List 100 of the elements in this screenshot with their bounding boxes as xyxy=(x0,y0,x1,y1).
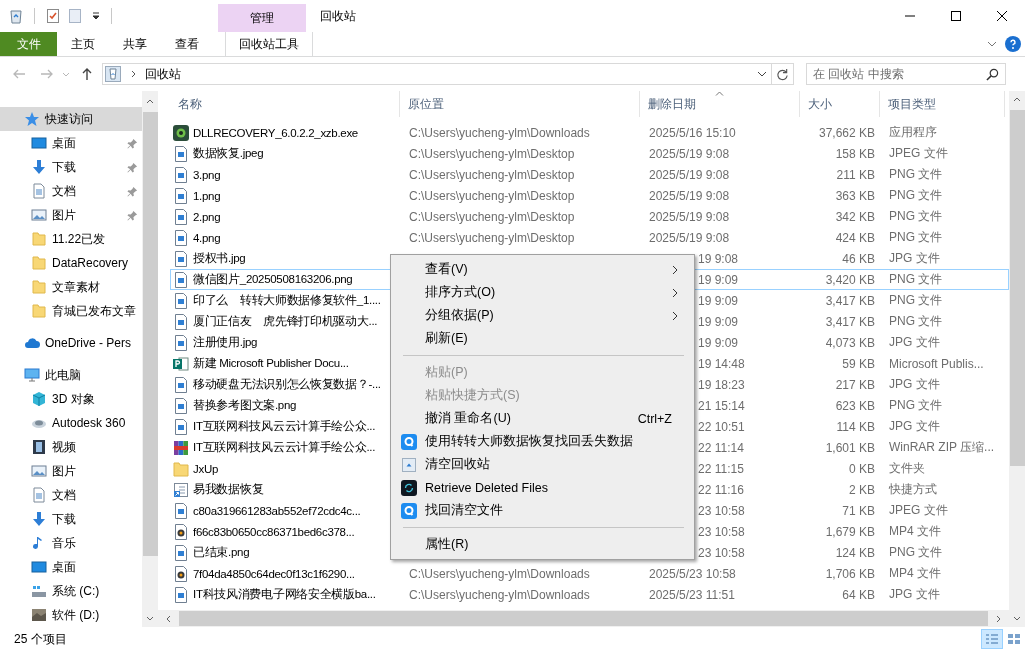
scroll-down-icon[interactable] xyxy=(146,616,154,621)
sidebar-item[interactable]: 图片 xyxy=(0,203,142,227)
sidebar-item[interactable]: 3D 对象 xyxy=(0,387,142,411)
search-icon[interactable] xyxy=(986,68,999,81)
sidebar-item[interactable]: 文章素材 xyxy=(0,275,142,299)
scroll-up-icon[interactable] xyxy=(1013,97,1021,102)
column-header[interactable]: 大小 xyxy=(800,91,880,117)
ribbon-tab[interactable]: 查看 xyxy=(161,32,213,56)
item-type: JPEG 文件 xyxy=(889,502,948,519)
publisher-file-icon xyxy=(173,355,189,372)
column-header[interactable]: 删除日期 xyxy=(640,91,800,117)
computer-icon xyxy=(24,367,40,383)
sidebar-item[interactable]: Autodesk 360 xyxy=(0,411,142,435)
column-header[interactable]: 原位置 xyxy=(400,91,640,117)
breadcrumb-chevron-icon[interactable] xyxy=(131,70,137,78)
sidebar-item[interactable]: 视频 xyxy=(0,435,142,459)
file-name: 印了么 转转大师数据修复软件_1.... xyxy=(193,293,381,308)
file-name: 注册使用.jpg xyxy=(193,335,258,350)
shortcut-icon xyxy=(173,481,189,498)
help-icon[interactable] xyxy=(1005,36,1021,52)
sidebar-item[interactable]: 此电脑 xyxy=(0,363,142,387)
blank-page-icon[interactable] xyxy=(67,8,83,24)
sidebar-item[interactable]: 桌面 xyxy=(0,131,142,155)
expand-ribbon-icon[interactable] xyxy=(987,41,997,47)
file-name: 已结束.png xyxy=(193,545,250,560)
sidebar-item[interactable]: 文档 xyxy=(0,483,142,507)
file-size: 3,417 KB xyxy=(825,293,875,308)
original-location: C:\Users\yucheng-ylm\Downloads xyxy=(409,125,590,140)
scroll-right-icon[interactable] xyxy=(996,614,1001,623)
dropdown-icon[interactable] xyxy=(757,71,767,77)
pin-icon[interactable] xyxy=(127,185,138,197)
file-name: 2.png xyxy=(193,210,221,223)
item-type: 应用程序 xyxy=(889,124,937,141)
sidebar-item[interactable]: 下载 xyxy=(0,507,142,531)
item-type: JPEG 文件 xyxy=(889,145,948,162)
star-icon xyxy=(24,111,40,127)
folder-icon xyxy=(31,279,47,295)
deleted-date: 19 14:48 xyxy=(698,356,745,371)
sidebar-scrollbar[interactable] xyxy=(142,91,158,627)
up-arrow-icon[interactable] xyxy=(80,67,94,81)
sidebar-item[interactable]: 桌面 xyxy=(0,555,142,579)
scroll-down-icon[interactable] xyxy=(1013,616,1021,621)
menu-item[interactable]: 排序方式(O) xyxy=(393,281,692,304)
checklist-icon[interactable] xyxy=(45,8,61,24)
file-name: 7f04da4850c64dec0f13c1f6290... xyxy=(193,567,355,580)
sidebar-item[interactable]: 下载 xyxy=(0,155,142,179)
sidebar-item[interactable]: 音乐 xyxy=(0,531,142,555)
image-file-icon xyxy=(173,334,189,351)
column-header[interactable]: 名称 xyxy=(170,91,400,117)
ribbon-tab[interactable]: 主页 xyxy=(57,32,109,56)
refresh-button[interactable] xyxy=(772,63,794,85)
video-file-icon xyxy=(173,523,189,540)
menu-item[interactable]: 找回清空文件 xyxy=(393,499,692,522)
menu-item[interactable]: 清空回收站 xyxy=(393,453,692,476)
document-icon xyxy=(31,487,47,503)
file-name: 1.png xyxy=(193,189,221,202)
image-file-icon xyxy=(173,292,189,309)
file-size: 1,706 KB xyxy=(825,566,875,581)
deleted-date: 19 9:09 xyxy=(698,314,739,329)
file-size: 1,601 KB xyxy=(825,440,875,455)
menu-item[interactable]: 撤消 重命名(U) Ctrl+Z xyxy=(393,407,692,430)
scroll-up-icon[interactable] xyxy=(146,99,154,104)
ribbon-tab[interactable]: 回收站工具 xyxy=(225,32,313,56)
scroll-left-icon[interactable] xyxy=(166,614,171,623)
menu-item[interactable]: 刷新(E) xyxy=(393,327,692,350)
item-type: JPG 文件 xyxy=(889,418,940,435)
sidebar-item[interactable]: OneDrive - Pers xyxy=(0,331,142,355)
list-scrollbar[interactable] xyxy=(1009,91,1025,627)
pin-icon[interactable] xyxy=(127,137,138,149)
item-type: PNG 文件 xyxy=(889,208,943,225)
file-size: 211 KB xyxy=(836,167,875,182)
menu-item[interactable]: 分组依据(P) xyxy=(393,304,692,327)
sidebar-item[interactable]: 育城已发布文章 xyxy=(0,299,142,323)
sidebar-item[interactable]: 图片 xyxy=(0,459,142,483)
sidebar-item[interactable]: 快速访问 xyxy=(0,107,142,131)
search-field[interactable]: 在 回收站 中搜索 xyxy=(806,63,1006,85)
menu-item[interactable]: Retrieve Deleted Files xyxy=(393,476,692,499)
item-count: 25 个项目 xyxy=(14,630,67,648)
deleted-date: 19 9:09 xyxy=(698,272,739,287)
address-field[interactable]: 回收站 xyxy=(102,63,772,85)
item-type: JPG 文件 xyxy=(889,334,940,351)
ribbon-tab[interactable]: 共享 xyxy=(109,32,161,56)
ribbon-tab[interactable]: 文件 xyxy=(0,32,57,56)
file-size: 71 KB xyxy=(842,503,875,518)
sidebar-item[interactable]: 软件 (D:) xyxy=(0,603,142,627)
pin-icon[interactable] xyxy=(127,161,138,173)
item-type: JPG 文件 xyxy=(889,250,940,267)
image-file-icon xyxy=(173,502,189,519)
menu-item[interactable]: 使用转转大师数据恢复找回丢失数据 xyxy=(393,430,692,453)
sidebar-item[interactable]: DataRecovery xyxy=(0,251,142,275)
pin-icon[interactable] xyxy=(127,209,138,221)
sidebar-item[interactable]: 文档 xyxy=(0,179,142,203)
column-header[interactable]: 项目类型 xyxy=(880,91,1005,117)
dropdown-icon[interactable] xyxy=(91,11,101,21)
sidebar-item[interactable]: 系统 (C:) xyxy=(0,579,142,603)
file-name: DLLRECOVERY_6.0.2.2_xzb.exe xyxy=(193,126,358,139)
file-size: 0 KB xyxy=(849,461,875,476)
menu-item[interactable]: 属性(R) xyxy=(393,533,692,556)
menu-item[interactable]: 查看(V) xyxy=(393,258,692,281)
sidebar-item[interactable]: 11.22已发 xyxy=(0,227,142,251)
